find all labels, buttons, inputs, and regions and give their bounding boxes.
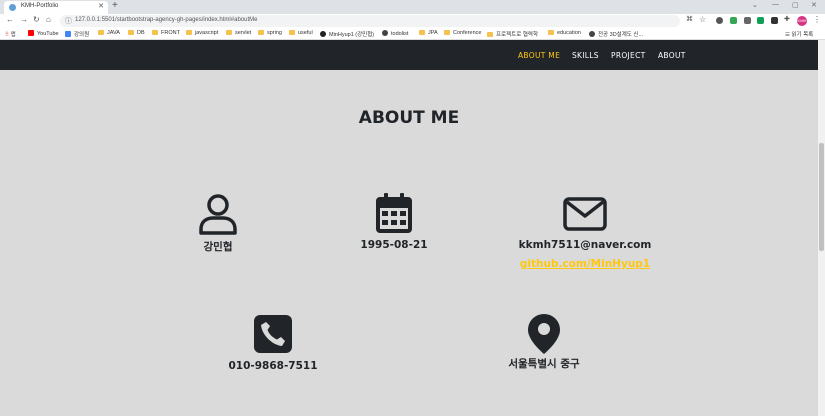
phone-label: 010-9868-7511 bbox=[228, 360, 318, 372]
bookmark-youtube[interactable]: YouTube bbox=[28, 30, 59, 37]
section-title: ABOUT ME bbox=[358, 108, 460, 128]
youtube-icon bbox=[28, 30, 34, 36]
bookmark-folder[interactable]: JAVA bbox=[98, 30, 120, 36]
extension-icon[interactable] bbox=[716, 17, 723, 24]
bookmark-star-icon[interactable]: ☆ bbox=[699, 15, 706, 24]
tab-search-icon[interactable]: ⌄ bbox=[752, 1, 758, 9]
bookmark-item[interactable]: 전공 3D설계도 신... bbox=[589, 30, 643, 38]
site-navbar: ABOUT ME SKILLS PROJECT ABOUT bbox=[0, 40, 818, 70]
extension-icon[interactable] bbox=[730, 17, 737, 24]
bookmark-folder[interactable]: FRONT bbox=[152, 30, 180, 36]
bookmark-folder[interactable]: useful bbox=[289, 30, 313, 36]
folder-icon bbox=[186, 30, 192, 35]
folder-icon bbox=[98, 30, 104, 35]
back-icon[interactable]: ← bbox=[6, 15, 14, 24]
nav-about[interactable]: ABOUT bbox=[658, 51, 686, 60]
maximize-button[interactable]: ▢ bbox=[792, 1, 799, 9]
favicon-icon bbox=[9, 4, 16, 11]
bookmark-folder[interactable]: 프로젝트로 협력학 bbox=[487, 30, 538, 38]
nav-project[interactable]: PROJECT bbox=[611, 51, 646, 60]
info-phone: 010-9868-7511 bbox=[173, 315, 373, 372]
extension-icon[interactable] bbox=[771, 17, 778, 24]
bookmarks-bar: ⠿ 앱 YouTube 강의원 JAVA DB FRONT javascript… bbox=[0, 28, 825, 40]
site-info-icon[interactable]: ⓘ bbox=[65, 16, 72, 26]
bookmark-folder[interactable]: javascript bbox=[186, 30, 218, 36]
browser-tab-bar: KMH-Portfolio ✕ + ⌄ — ▢ ✕ bbox=[0, 0, 825, 14]
info-birthday: 1995-08-21 bbox=[294, 193, 494, 251]
window-close-button[interactable]: ✕ bbox=[811, 1, 817, 9]
extension-icon[interactable] bbox=[744, 17, 751, 24]
birthday-label: 1995-08-21 bbox=[360, 239, 428, 251]
github-link[interactable]: github.com/MinHyup1 bbox=[485, 258, 685, 270]
info-location: 서울특별시 중구 bbox=[444, 313, 644, 371]
translate-icon[interactable]: ⌘ bbox=[686, 15, 693, 23]
folder-icon bbox=[419, 30, 425, 35]
profile-avatar[interactable]: KMH bbox=[797, 16, 807, 26]
globe-icon bbox=[382, 30, 388, 36]
folder-icon bbox=[487, 32, 493, 37]
github-icon bbox=[320, 31, 326, 37]
calendar-icon bbox=[376, 193, 412, 233]
minimize-button[interactable]: — bbox=[772, 1, 779, 8]
home-icon[interactable]: ⌂ bbox=[46, 15, 51, 24]
user-icon bbox=[199, 194, 237, 235]
bookmark-folder[interactable]: education bbox=[548, 30, 581, 36]
bookmark-apps[interactable]: ⠿ 앱 bbox=[5, 30, 16, 38]
bookmark-folder[interactable]: servlet bbox=[226, 30, 251, 36]
url-input[interactable]: ⓘ 127.0.0.1:5501/startbootstrap-agency-g… bbox=[60, 15, 680, 27]
bookmark-folder[interactable]: spring bbox=[258, 30, 282, 36]
reading-list[interactable]: ☰ 읽기 목록 bbox=[785, 30, 813, 38]
email-label: kkmh7511@naver.com bbox=[518, 239, 652, 251]
new-tab-button[interactable]: + bbox=[112, 0, 118, 11]
forward-icon[interactable]: → bbox=[20, 15, 28, 24]
bookmark-folder[interactable]: Conference bbox=[444, 30, 481, 36]
folder-icon bbox=[289, 30, 295, 35]
browser-tab[interactable]: KMH-Portfolio ✕ bbox=[4, 1, 108, 14]
map-marker-icon bbox=[528, 314, 560, 354]
bookmark-item[interactable]: todolist bbox=[382, 30, 408, 37]
folder-icon bbox=[226, 30, 232, 35]
address-toolbar: ← → ↻ ⌂ ⓘ 127.0.0.1:5501/startbootstrap-… bbox=[0, 14, 825, 28]
bookmark-folder[interactable]: JPA bbox=[419, 30, 438, 36]
reload-icon[interactable]: ↻ bbox=[33, 15, 40, 24]
folder-icon bbox=[444, 30, 450, 35]
url-text: 127.0.0.1:5501/startbootstrap-agency-gh-… bbox=[75, 17, 258, 23]
folder-icon bbox=[128, 30, 134, 35]
info-email: kkmh7511@naver.com github.com/MinHyup1 bbox=[485, 197, 685, 270]
extension-icon[interactable] bbox=[757, 17, 764, 24]
folder-icon bbox=[548, 30, 554, 35]
tab-title: KMH-Portfolio bbox=[21, 3, 59, 9]
envelope-icon bbox=[563, 197, 607, 231]
close-tab-icon[interactable]: ✕ bbox=[98, 2, 104, 10]
globe-icon bbox=[589, 31, 595, 37]
extensions-puzzle-icon[interactable]: ✚ bbox=[784, 15, 790, 23]
page-scrollbar-thumb[interactable] bbox=[819, 143, 824, 251]
phone-icon bbox=[254, 315, 292, 353]
bookmark-item[interactable]: 강의원 bbox=[65, 30, 89, 38]
name-label: 강민협 bbox=[203, 241, 233, 253]
menu-icon[interactable]: ⋮ bbox=[813, 15, 821, 24]
folder-icon bbox=[152, 30, 158, 35]
bookmark-github[interactable]: MinHyup1 (강민협) bbox=[320, 30, 374, 38]
site-icon bbox=[65, 31, 71, 37]
location-label: 서울특별시 중구 bbox=[508, 358, 580, 370]
nav-about-me[interactable]: ABOUT ME bbox=[518, 51, 560, 60]
info-name: 강민협 bbox=[118, 193, 318, 254]
nav-skills[interactable]: SKILLS bbox=[572, 51, 599, 60]
bookmark-folder[interactable]: DB bbox=[128, 30, 145, 36]
folder-icon bbox=[258, 30, 264, 35]
